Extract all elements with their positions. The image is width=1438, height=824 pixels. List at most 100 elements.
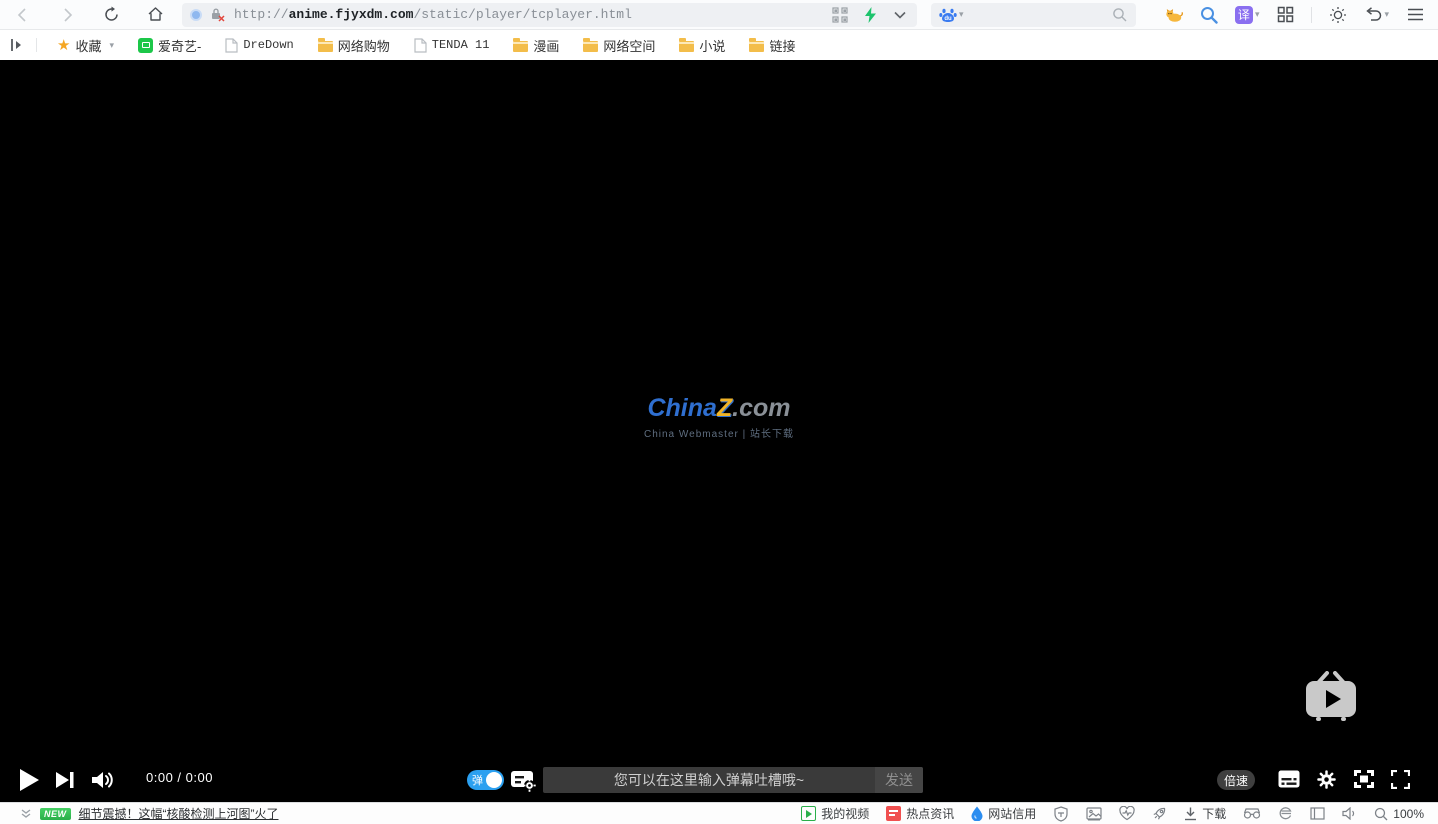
status-bar: NEW 细节震撼！这幅“核酸检测上河图”火了 我的视频 热点资讯 网站信用 下载… — [0, 802, 1438, 824]
news-headline-link[interactable]: 细节震撼！这幅“核酸检测上河图”火了 — [79, 805, 279, 822]
volume-button[interactable] — [91, 770, 113, 790]
bookmark-folder-novels[interactable]: 小说 — [671, 33, 733, 57]
download-button[interactable]: 下载 — [1184, 805, 1226, 822]
bookmark-folder-links[interactable]: 链接 — [741, 33, 803, 57]
toggle-knob — [486, 772, 502, 788]
zoom-level-label: 100% — [1393, 806, 1424, 821]
folder-icon — [317, 37, 333, 52]
folder-icon — [583, 37, 599, 52]
my-videos-button[interactable]: 我的视频 — [801, 805, 869, 822]
folder-icon — [513, 37, 529, 52]
lightning-boost-icon[interactable] — [861, 6, 879, 24]
address-bar[interactable]: http://anime.fjyxdm.com/static/player/tc… — [182, 2, 917, 27]
favorites-button[interactable]: ★ 收藏 ▾ — [49, 33, 122, 57]
favorites-caret-icon[interactable]: ▾ — [109, 40, 114, 51]
url-host: anime.fjyxdm.com — [288, 7, 414, 22]
hot-news-button[interactable]: 热点资讯 — [886, 805, 954, 822]
send-button[interactable]: 发送 — [875, 767, 923, 793]
speed-button[interactable]: 倍速 — [1217, 770, 1255, 790]
player-controls-bar: 0:00 / 0:00 弹 发送 倍速 — [0, 762, 1438, 798]
bookmark-dredown[interactable]: DreDown — [217, 33, 301, 57]
translate-control[interactable]: 译 ▾ — [1234, 5, 1260, 24]
site-credit-button[interactable]: 网站信用 — [971, 805, 1036, 822]
baidu-engine-icon[interactable]: du — [939, 6, 957, 24]
danmaku-input[interactable] — [543, 772, 875, 788]
find-magnifier-icon[interactable] — [1200, 6, 1218, 24]
bookmark-tenda[interactable]: TENDA 11 — [406, 33, 498, 57]
refresh-icon[interactable] — [102, 6, 120, 24]
incognito-glasses-icon[interactable] — [1243, 807, 1261, 820]
engine-caret-icon[interactable]: ▾ — [959, 9, 964, 20]
bookmark-folder-shopping[interactable]: 网络购物 — [310, 33, 398, 57]
folder-icon — [679, 37, 695, 52]
daynight-sun-icon[interactable] — [1329, 6, 1347, 24]
next-button[interactable] — [55, 770, 75, 790]
zoom-control[interactable]: 100% — [1374, 807, 1424, 821]
menu-hamburger-icon[interactable] — [1406, 6, 1424, 24]
water-drop-icon — [971, 806, 983, 821]
browser-toolbar: http://anime.fjyxdm.com/static/player/tc… — [0, 0, 1438, 30]
watermark-tagline: China Webmaster | 站长下载 — [643, 429, 795, 440]
danmaku-toggle-label: 弹 — [472, 775, 483, 787]
page-icon — [225, 37, 238, 53]
qr-code-icon[interactable] — [831, 6, 849, 24]
undo-icon[interactable] — [1364, 6, 1382, 24]
download-label: 下载 — [1202, 807, 1227, 821]
zoom-magnifier-icon — [1375, 807, 1388, 820]
extensions-grid-icon[interactable] — [1276, 6, 1294, 24]
fullscreen-icon[interactable] — [1391, 770, 1410, 789]
compatibility-ie-icon[interactable] — [1278, 806, 1293, 821]
danmaku-settings-icon[interactable] — [510, 768, 536, 792]
bookmarks-bar: ★ 收藏 ▾ 爱奇艺- DreDown 网络购物 TENDA 11 漫画 网络空… — [0, 30, 1438, 60]
undo-caret-icon[interactable]: ▾ — [1384, 9, 1389, 20]
iqiyi-icon — [138, 37, 153, 53]
site-credit-label: 网站信用 — [988, 807, 1037, 821]
health-heart-icon[interactable] — [1119, 806, 1135, 821]
translate-icon[interactable]: 译 — [1234, 5, 1253, 24]
sidebar-expand-icon[interactable] — [10, 38, 24, 52]
theater-mode-icon[interactable] — [1354, 770, 1374, 788]
play-button[interactable] — [18, 768, 40, 792]
toolbar-separator — [1311, 6, 1313, 23]
bookmark-label: 漫画 — [533, 38, 560, 54]
collapse-chevrons-icon[interactable] — [20, 808, 32, 820]
url-text[interactable]: http://anime.fjyxdm.com/static/player/tc… — [234, 7, 823, 22]
back-icon[interactable] — [14, 6, 32, 24]
bookmarks-separator — [36, 38, 37, 52]
watermark-z: Z — [716, 394, 733, 422]
site-info-icon[interactable] — [190, 8, 202, 21]
forward-icon[interactable] — [58, 6, 76, 24]
bookmark-label: 爱奇艺- — [158, 38, 202, 54]
undo-control[interactable]: ▾ — [1364, 6, 1389, 24]
settings-gear-icon[interactable] — [1316, 769, 1337, 790]
boost-rocket-icon[interactable] — [1152, 806, 1167, 821]
chevron-down-icon[interactable] — [891, 6, 909, 24]
download-icon — [1185, 807, 1197, 820]
insecure-lock-icon[interactable] — [208, 6, 226, 24]
search-bar[interactable]: du ▾ — [931, 2, 1136, 27]
translate-caret-icon[interactable]: ▾ — [1255, 9, 1260, 20]
search-icon[interactable] — [1110, 6, 1128, 24]
protection-shield-icon[interactable] — [1053, 805, 1069, 822]
danmaku-toggle[interactable]: 弹 — [467, 770, 504, 790]
bookmark-folder-comics[interactable]: 漫画 — [505, 33, 567, 57]
hot-news-icon — [886, 806, 902, 821]
subtitle-button[interactable] — [1278, 770, 1300, 788]
star-icon: ★ — [57, 36, 71, 54]
bookmark-label: 链接 — [769, 38, 796, 54]
layout-window-icon[interactable] — [1310, 807, 1325, 820]
mute-speaker-icon[interactable] — [1342, 807, 1357, 820]
watermark-china: China — [647, 394, 717, 422]
bookmark-label: 网络购物 — [337, 38, 390, 54]
bookmark-iqiyi[interactable]: 爱奇艺- — [130, 33, 209, 57]
watermark-com: .com — [732, 394, 791, 422]
home-icon[interactable] — [146, 6, 164, 24]
my-videos-label: 我的视频 — [821, 807, 870, 821]
pet-assistant-icon[interactable] — [1165, 6, 1183, 24]
bookmark-label: 网络空间 — [603, 38, 656, 54]
screenshot-image-icon[interactable] — [1086, 806, 1102, 821]
bookmark-label: DreDown — [243, 38, 294, 52]
folder-icon — [749, 37, 765, 52]
bookmark-folder-netspace[interactable]: 网络空间 — [575, 33, 663, 57]
video-player-area[interactable]: ChinaZ.com China Webmaster | 站长下载 0:00 /… — [0, 60, 1438, 802]
